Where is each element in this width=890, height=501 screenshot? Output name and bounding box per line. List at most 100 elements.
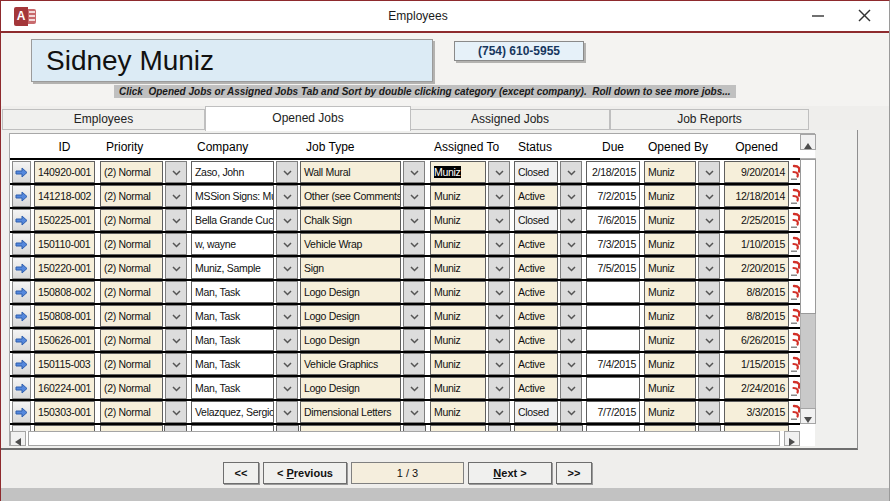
priority-field[interactable]: (2) Normal [100, 185, 163, 207]
assigned-to-dropdown[interactable] [488, 209, 510, 231]
tab-opened-jobs[interactable]: Opened Jobs [205, 106, 411, 131]
record-selector-arrow-icon[interactable] [12, 353, 31, 375]
opened-field[interactable]: 2/20/2015 [724, 257, 789, 279]
assigned-to-dropdown[interactable] [488, 305, 510, 327]
company-field[interactable]: Muniz, Sample [191, 257, 274, 279]
job-type-dropdown[interactable] [403, 401, 425, 423]
id-field[interactable]: 160224-001 [34, 377, 95, 399]
assigned-to-field[interactable]: Muniz [430, 329, 486, 351]
job-type-field[interactable]: Logo Design [300, 377, 401, 399]
column-header-assigned-to[interactable]: Assigned To [434, 140, 499, 156]
company-dropdown[interactable] [276, 281, 298, 303]
job-type-field[interactable]: Vehicle Graphics [300, 353, 401, 375]
job-type-dropdown[interactable] [403, 353, 425, 375]
opened-by-field[interactable]: Muniz [644, 233, 696, 255]
priority-dropdown[interactable] [165, 233, 187, 255]
id-field[interactable]: 150115-003 [34, 353, 95, 375]
company-field[interactable]: Man, Task [191, 353, 274, 375]
opened-by-field[interactable]: Muniz [644, 401, 696, 423]
column-header-id[interactable]: ID [34, 140, 95, 156]
priority-field[interactable]: (2) Normal [100, 353, 163, 375]
priority-dropdown[interactable] [165, 281, 187, 303]
due-field[interactable]: 2/18/2015 [586, 161, 640, 183]
assigned-to-dropdown[interactable] [488, 185, 510, 207]
opened-by-dropdown[interactable] [698, 185, 720, 207]
status-field[interactable]: Closed [514, 401, 558, 423]
record-selector-arrow-icon[interactable] [12, 185, 31, 207]
job-type-dropdown[interactable] [403, 305, 425, 327]
opened-field[interactable]: 8/8/2015 [724, 305, 789, 327]
job-type-dropdown[interactable] [403, 209, 425, 231]
opened-by-field[interactable]: Muniz [644, 281, 696, 303]
status-field[interactable]: Active [514, 305, 558, 327]
assigned-to-dropdown[interactable] [488, 401, 510, 423]
status-dropdown[interactable] [560, 377, 582, 399]
status-dropdown[interactable] [560, 185, 582, 207]
status-dropdown[interactable] [560, 353, 582, 375]
priority-dropdown[interactable] [165, 185, 187, 207]
job-type-dropdown[interactable] [403, 329, 425, 351]
assigned-to-field[interactable]: Muniz [430, 401, 486, 423]
record-selector-arrow-icon[interactable] [12, 161, 31, 183]
priority-field[interactable]: (2) Normal [100, 257, 163, 279]
due-field[interactable]: 7/3/2015 [586, 233, 640, 255]
opened-by-dropdown[interactable] [698, 353, 720, 375]
company-field[interactable]: w, wayne [191, 233, 274, 255]
previous-page-button[interactable]: < Previous [263, 462, 347, 484]
status-dropdown[interactable] [560, 233, 582, 255]
due-field[interactable] [586, 329, 640, 351]
assigned-to-field[interactable]: Muniz [430, 161, 486, 183]
priority-dropdown[interactable] [165, 353, 187, 375]
assigned-to-field[interactable]: Muniz [430, 353, 486, 375]
opened-field[interactable]: 1/15/2015 [724, 353, 789, 375]
priority-dropdown[interactable] [165, 305, 187, 327]
opened-by-dropdown[interactable] [698, 401, 720, 423]
tab-assigned-jobs[interactable]: Assigned Jobs [410, 109, 610, 130]
column-header-opened-by[interactable]: Opened By [648, 140, 708, 156]
assigned-to-dropdown[interactable] [488, 377, 510, 399]
column-header-opened[interactable]: Opened [724, 140, 789, 156]
due-field[interactable]: 7/7/2015 [586, 401, 640, 423]
company-dropdown[interactable] [276, 329, 298, 351]
first-page-button[interactable]: << [223, 462, 259, 484]
assigned-to-field[interactable]: Muniz [430, 257, 486, 279]
opened-field[interactable]: 9/20/2014 [724, 161, 789, 183]
status-field[interactable]: Active [514, 377, 558, 399]
minimize-icon[interactable] [801, 1, 835, 31]
column-header-due[interactable]: Due [586, 140, 640, 156]
opened-by-field[interactable]: Muniz [644, 161, 696, 183]
assigned-to-field[interactable]: Muniz [430, 281, 486, 303]
hscrollbar-thumb[interactable] [28, 431, 780, 446]
horizontal-scrollbar[interactable] [10, 431, 800, 447]
id-field[interactable]: 140920-001 [34, 161, 95, 183]
assigned-to-dropdown[interactable] [488, 233, 510, 255]
close-icon[interactable] [847, 1, 881, 31]
opened-by-dropdown[interactable] [698, 233, 720, 255]
priority-dropdown[interactable] [165, 161, 187, 183]
company-field[interactable]: Zaso, John [191, 161, 274, 183]
last-page-button[interactable]: >> [556, 462, 592, 484]
id-field[interactable]: 150808-001 [34, 305, 95, 327]
due-field[interactable] [586, 281, 640, 303]
company-dropdown[interactable] [276, 305, 298, 327]
id-field[interactable]: 150110-001 [34, 233, 95, 255]
status-field[interactable]: Active [514, 353, 558, 375]
priority-dropdown[interactable] [165, 377, 187, 399]
id-field[interactable]: 150225-001 [34, 209, 95, 231]
employee-name-field[interactable]: Sidney Muniz [31, 39, 433, 82]
scroll-down-icon[interactable] [800, 408, 816, 424]
company-dropdown[interactable] [276, 377, 298, 399]
due-field[interactable]: 7/2/2015 [586, 185, 640, 207]
job-type-field[interactable]: Logo Design [300, 329, 401, 351]
opened-by-field[interactable]: Muniz [644, 377, 696, 399]
job-type-dropdown[interactable] [403, 257, 425, 279]
job-type-field[interactable]: Logo Design [300, 281, 401, 303]
scroll-right-icon[interactable] [784, 431, 800, 446]
opened-field[interactable]: 12/18/2014 [724, 185, 789, 207]
status-field[interactable]: Active [514, 281, 558, 303]
assigned-to-field[interactable]: Muniz [430, 305, 486, 327]
next-page-button[interactable]: Next > [468, 462, 552, 484]
assigned-to-dropdown[interactable] [488, 281, 510, 303]
status-field[interactable]: Active [514, 185, 558, 207]
company-dropdown[interactable] [276, 233, 298, 255]
